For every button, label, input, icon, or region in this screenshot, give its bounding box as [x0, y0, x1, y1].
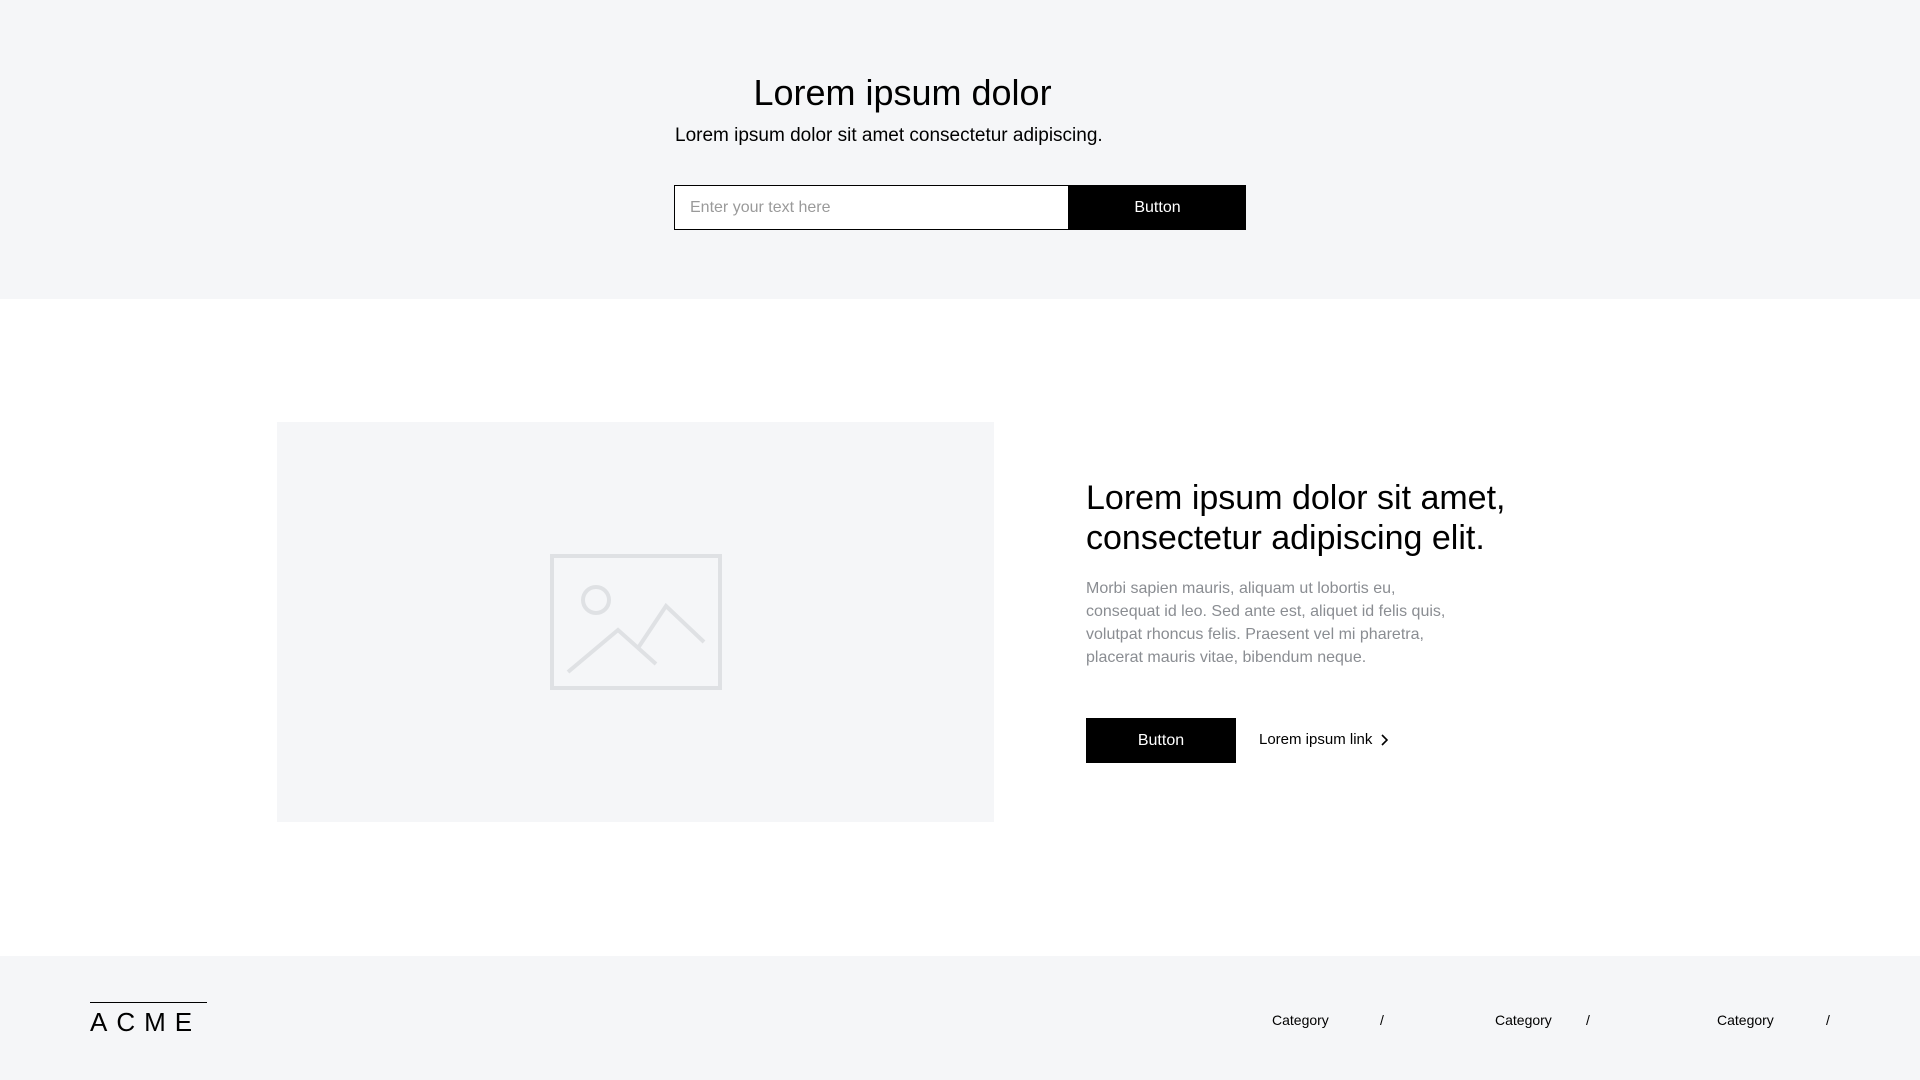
hero-subtitle: Lorem ipsum dolor sit amet consectetur a… — [675, 125, 1103, 146]
feature-link[interactable]: Lorem ipsum link — [1259, 729, 1389, 751]
hero-title: Lorem ipsum dolor — [753, 72, 1052, 113]
footer-nav-item-category-1[interactable]: Category — [1272, 1010, 1329, 1030]
image-placeholder-icon — [550, 554, 722, 690]
feature-image-placeholder — [277, 422, 994, 822]
chevron-right-icon — [1381, 734, 1389, 746]
page: Lorem ipsum dolor Lorem ipsum dolor sit … — [0, 0, 1920, 1080]
hero-form: Button — [674, 185, 1246, 230]
feature-body: Morbi sapien mauris, aliquam ut lobortis… — [1086, 580, 1446, 666]
feature-title: Lorem ipsum dolor sit amet, consectetur … — [1086, 479, 1506, 557]
footer: ACME Category / Category / Category / — [0, 956, 1920, 1080]
footer-nav-item-category-3[interactable]: Category — [1717, 1010, 1774, 1030]
feature-button[interactable]: Button — [1086, 718, 1236, 763]
footer-nav: Category / Category / Category / — [0, 1010, 1920, 1032]
footer-nav-separator: / — [1826, 1012, 1830, 1028]
footer-nav-item-category-2[interactable]: Category — [1495, 1010, 1552, 1030]
footer-nav-separator: / — [1380, 1012, 1384, 1028]
hero-text-input[interactable] — [674, 185, 1069, 230]
footer-nav-separator: / — [1586, 1012, 1590, 1028]
hero-submit-button[interactable]: Button — [1069, 185, 1246, 230]
hero-section: Lorem ipsum dolor Lorem ipsum dolor sit … — [0, 0, 1920, 299]
feature-link-label: Lorem ipsum link — [1259, 731, 1373, 748]
